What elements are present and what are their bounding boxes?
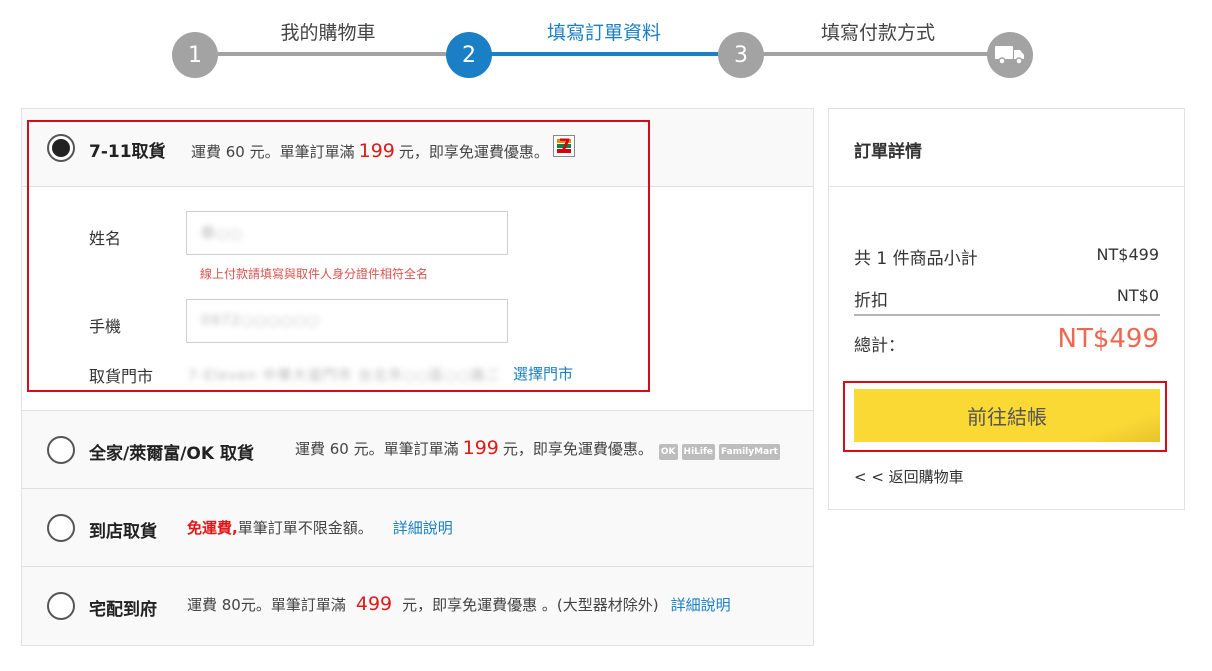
step-connector-3 [762, 52, 990, 56]
checkout-stepper: 1 2 3 我的購物車 填寫訂單資料 填寫付款方式 [0, 0, 1212, 100]
step-3-label: 填寫付款方式 [820, 22, 936, 44]
option-store-title: 到店取貨 [89, 522, 157, 542]
name-input-value: 蔡○○ [201, 226, 243, 242]
name-label: 姓名 [89, 229, 122, 248]
option-711-desc-suffix: 元，即享免運費優惠。 [398, 143, 549, 161]
order-summary-title: 訂單詳情 [854, 142, 922, 162]
ok-mart-logo-icon: OK [658, 444, 678, 460]
shipping-option-store[interactable]: 到店取貨 免運費, 單筆訂單不限金額。 詳細說明 [22, 489, 813, 567]
radio-711[interactable] [47, 134, 75, 162]
convenience-store-logos-icon: OK HiLife FamilyMart [658, 444, 780, 460]
total-label: 總計： [854, 336, 905, 356]
option-711-desc: 運費 60 元。單筆訂單滿 199 元，即享免運費優惠。 7 [191, 135, 575, 162]
name-hint: 線上付款請填寫與取件人身分證件相符全名 [200, 267, 429, 281]
order-summary-panel: 訂單詳情 共 1 件商品小計 NT$499 折扣 NT$0 總計： NT$499… [828, 108, 1185, 510]
option-home-threshold: 499 [355, 593, 393, 615]
store-label: 取貨門市 [89, 367, 154, 386]
checkout-button[interactable]: 前往結帳 [854, 389, 1160, 442]
phone-input-value: 0972○○○○○○ [201, 313, 320, 329]
option-home-desc-suffix: 元，即享免運費優惠 。(大型器材除外) [402, 596, 659, 614]
total-value: NT$499 [1057, 324, 1160, 354]
option-home-desc-prefix: 運費 80元。單筆訂單滿 [187, 596, 346, 614]
radio-family[interactable] [47, 436, 75, 464]
hilife-logo-icon: HiLife [681, 444, 715, 460]
option-home-title: 宅配到府 [89, 600, 157, 620]
shipping-options-panel: 7-11取貨 運費 60 元。單筆訂單滿 199 元，即享免運費優惠。 7 姓名… [21, 108, 814, 646]
step-2-circle: 2 [446, 32, 492, 78]
option-home-details-link[interactable]: 詳細說明 [671, 594, 731, 615]
phone-label: 手機 [89, 317, 122, 336]
option-711-desc-prefix: 運費 60 元。單筆訂單滿 [191, 143, 355, 161]
summary-divider [854, 314, 1160, 316]
selected-store-value: 7-Eleven 中華大道門市 台北市○○區○○路二段12號 [188, 368, 498, 384]
shipping-option-family[interactable]: 全家/萊爾富/OK 取貨 運費 60 元。單筆訂單滿 199 元，即享免運費優惠… [22, 411, 813, 489]
delivery-truck-icon [987, 32, 1033, 78]
order-summary-header: 訂單詳情 [829, 109, 1184, 187]
option-family-title: 全家/萊爾富/OK 取貨 [89, 444, 254, 464]
option-home-desc: 運費 80元。單筆訂單滿 499 元，即享免運費優惠 。(大型器材除外) 詳細說… [187, 593, 731, 615]
step-1-circle[interactable]: 1 [172, 32, 218, 78]
choose-store-link[interactable]: 選擇門市 [513, 363, 573, 384]
step-3-circle: 3 [718, 32, 764, 78]
radio-home[interactable] [47, 592, 75, 620]
option-store-desc-text: 單筆訂單不限金額。 [237, 519, 373, 537]
option-store-details-link[interactable]: 詳細說明 [393, 517, 453, 538]
step-2-label: 填寫訂單資料 [546, 22, 662, 44]
step-connector-1 [218, 52, 446, 56]
option-family-threshold: 199 [462, 437, 499, 459]
discount-label: 折扣 [854, 291, 888, 311]
option-family-desc: 運費 60 元。單筆訂單滿 199 元，即享免運費優惠。 OK HiLife F… [295, 437, 780, 460]
option-store-free-text: 免運費, [187, 519, 238, 537]
option-711-title: 7-11取貨 [89, 142, 166, 162]
seven-eleven-logo-icon: 7 [552, 135, 575, 157]
option-family-desc-suffix: 元，即享免運費優惠。 [502, 440, 653, 458]
discount-value: NT$0 [1116, 286, 1159, 305]
subtotal-label: 共 1 件商品小計 [854, 249, 978, 269]
subtotal-value: NT$499 [1096, 245, 1159, 264]
step-connector-2 [490, 52, 718, 56]
phone-input[interactable]: 0972○○○○○○ [186, 299, 508, 343]
option-711-threshold: 199 [358, 140, 395, 162]
shipping-option-711[interactable]: 7-11取貨 運費 60 元。單筆訂單滿 199 元，即享免運費優惠。 7 [22, 109, 813, 187]
shipping-option-home[interactable]: 宅配到府 運費 80元。單筆訂單滿 499 元，即享免運費優惠 。(大型器材除外… [22, 567, 813, 645]
familymart-logo-icon: FamilyMart [719, 444, 780, 460]
step-1-label[interactable]: 我的購物車 [280, 18, 375, 45]
option-family-desc-prefix: 運費 60 元。單筆訂單滿 [295, 440, 459, 458]
back-to-cart-link[interactable]: < < 返回購物車 [854, 466, 964, 487]
name-input[interactable]: 蔡○○ [186, 211, 508, 255]
radio-store[interactable] [47, 514, 75, 542]
option-store-desc: 免運費, 單筆訂單不限金額。 詳細說明 [187, 517, 453, 538]
pickup-form: 姓名 蔡○○ 線上付款請填寫與取件人身分證件相符全名 手機 0972○○○○○○… [22, 187, 813, 411]
